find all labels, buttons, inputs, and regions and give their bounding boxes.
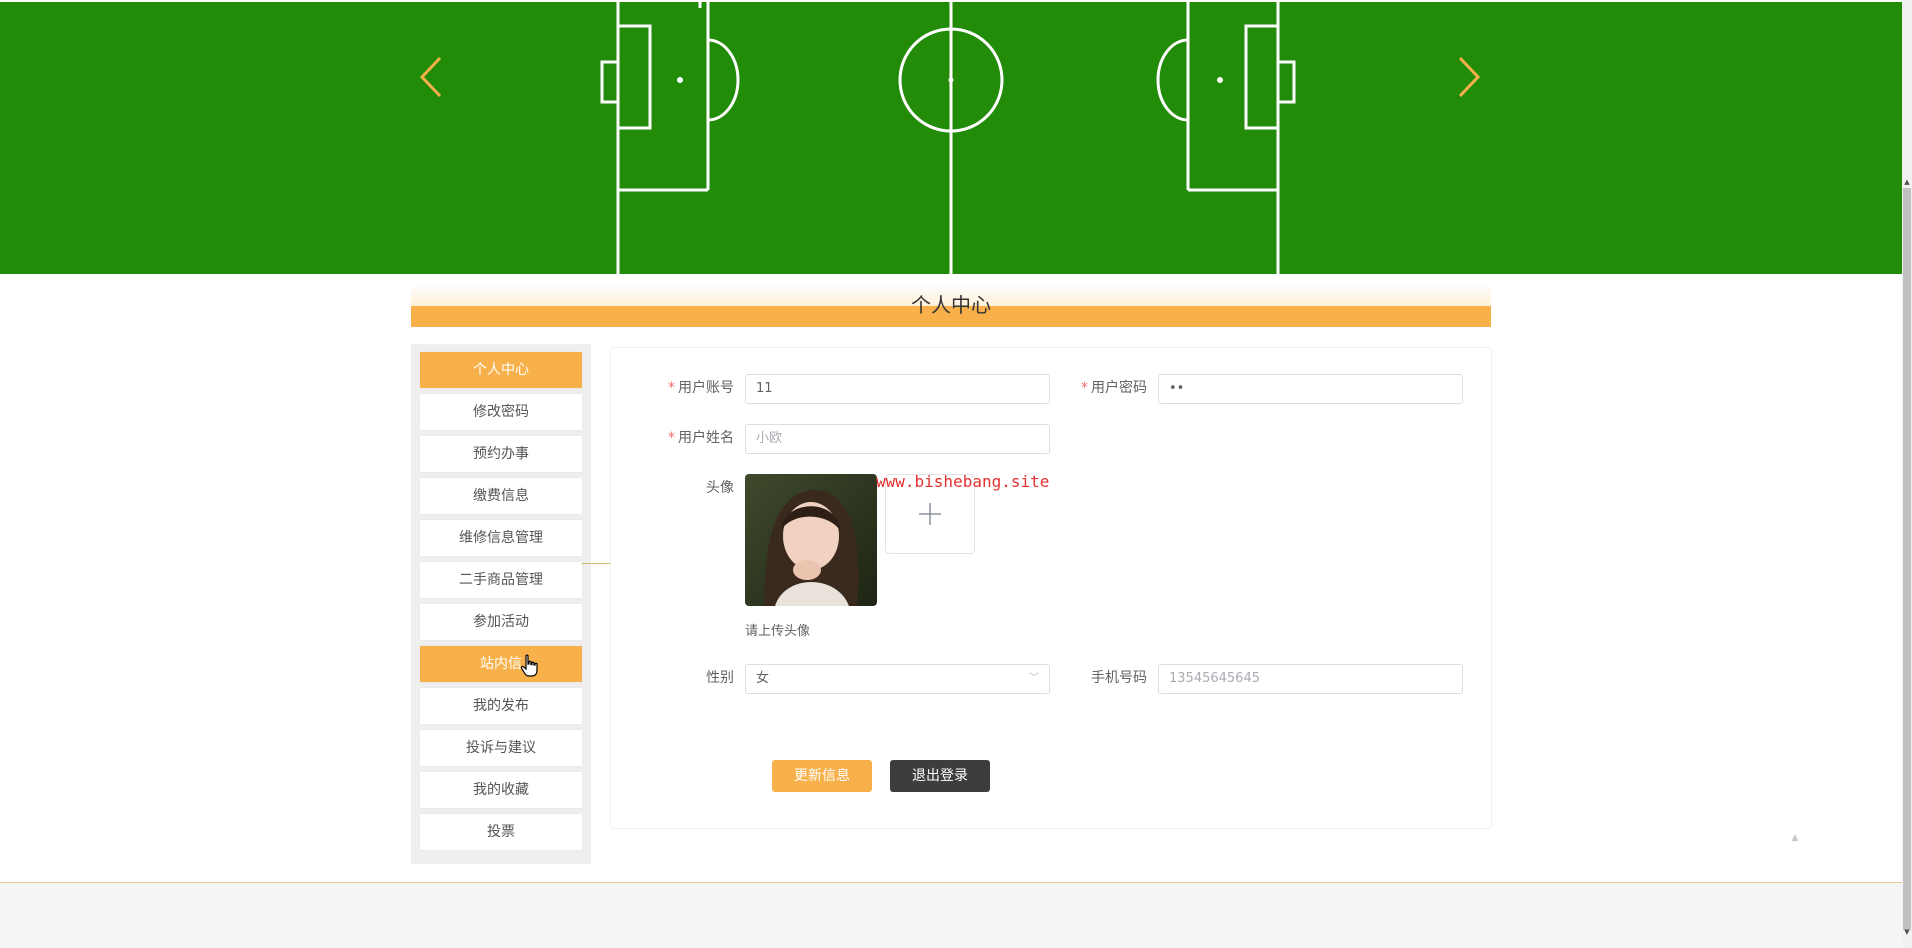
- scroll-up-icon[interactable]: ▲: [1902, 176, 1912, 188]
- sidebar-item-activities[interactable]: 参加活动: [420, 604, 582, 640]
- sidebar-item-vote[interactable]: 投票: [420, 814, 582, 850]
- account-label: * 用户账号: [668, 380, 734, 396]
- password-label: * 用户密码: [1081, 380, 1147, 396]
- avatar-upload-hint: 请上传头像: [745, 624, 811, 639]
- plus-icon: [919, 503, 941, 525]
- phone-input[interactable]: 13545645645: [1158, 664, 1463, 694]
- football-pitch-illustration: [600, 2, 1296, 274]
- page-footer: [0, 883, 1902, 948]
- name-label: * 用户姓名: [668, 430, 734, 446]
- hand-cursor-icon: [520, 654, 538, 677]
- hero-banner: [0, 2, 1902, 274]
- banner-next-button[interactable]: [1452, 50, 1486, 104]
- gender-select-value: 女: [756, 671, 770, 686]
- watermark-text: www.bishebang.site: [876, 472, 1050, 491]
- page-title: 个人中心: [911, 293, 991, 317]
- back-to-top-icon[interactable]: ▲: [1788, 832, 1802, 844]
- sidebar-menu: 个人中心 修改密码 预约办事 缴费信息 维修信息管理 二手商品管理 参加活动 站…: [411, 344, 591, 864]
- scrollbar-thumb[interactable]: [1903, 188, 1911, 930]
- sidebar-item-my-posts[interactable]: 我的发布: [420, 688, 582, 724]
- sidebar-item-messages[interactable]: 站内信: [420, 646, 582, 682]
- phone-label: 手机号码: [1091, 670, 1147, 686]
- sidebar-item-change-password[interactable]: 修改密码: [420, 394, 582, 430]
- name-input[interactable]: 小欧: [745, 424, 1050, 454]
- sidebar-item-complaints[interactable]: 投诉与建议: [420, 730, 582, 766]
- sidebar-item-payments[interactable]: 缴费信息: [420, 478, 582, 514]
- sidebar-item-repairs[interactable]: 维修信息管理: [420, 520, 582, 556]
- page-scrollbar[interactable]: ▲ ▼: [1902, 0, 1912, 948]
- chevron-right-icon: [1458, 56, 1481, 98]
- scroll-down-icon[interactable]: ▼: [1902, 926, 1912, 938]
- sidebar-item-appointments[interactable]: 预约办事: [420, 436, 582, 472]
- gender-select[interactable]: 女 ﹀: [745, 664, 1050, 694]
- banner-prev-button[interactable]: [414, 50, 448, 104]
- logout-button[interactable]: 退出登录: [890, 760, 990, 792]
- sidebar-item-personal-center[interactable]: 个人中心: [420, 352, 582, 388]
- update-info-button[interactable]: 更新信息: [772, 760, 872, 792]
- sidebar-item-favorites[interactable]: 我的收藏: [420, 772, 582, 808]
- account-input[interactable]: 11: [745, 374, 1050, 404]
- sidebar-item-second-hand[interactable]: 二手商品管理: [420, 562, 582, 598]
- avatar-image[interactable]: [745, 474, 877, 606]
- password-input[interactable]: ••: [1158, 374, 1463, 404]
- gender-label: 性别: [706, 670, 734, 686]
- avatar-label: 头像: [706, 480, 734, 496]
- chevron-left-icon: [419, 56, 442, 98]
- profile-form-panel: [610, 347, 1492, 829]
